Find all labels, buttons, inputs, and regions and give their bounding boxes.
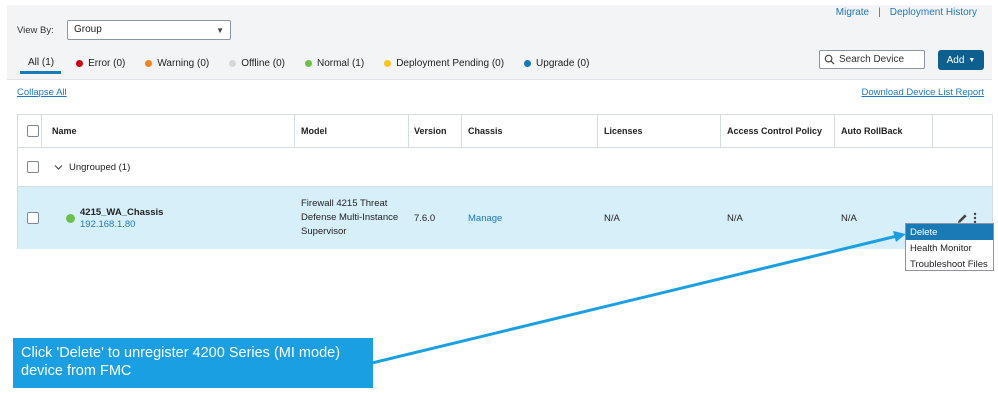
column-header-auto-rollback[interactable]: Auto RollBack — [841, 115, 903, 147]
select-all-checkbox-cell — [27, 115, 39, 147]
group-row[interactable]: Ungrouped (1) — [18, 148, 992, 187]
filter-label: Offline (0) — [241, 57, 285, 69]
status-filter-tabs: All (1) Error (0) Warning (0) Offline (0… — [20, 52, 609, 74]
filter-tab-warning[interactable]: Warning (0) — [145, 54, 209, 72]
manage-chassis-link[interactable]: Manage — [468, 187, 502, 249]
model-line: Supervisor — [301, 226, 347, 237]
deployment-history-link[interactable]: Deployment History — [890, 7, 977, 18]
pencil-icon[interactable] — [957, 213, 968, 224]
column-header-access-control-policy[interactable]: Access Control Policy — [727, 115, 822, 147]
model-line: Firewall 4215 Threat — [301, 198, 388, 209]
add-button[interactable]: Add ▼ — [938, 50, 984, 70]
select-all-checkbox[interactable] — [27, 125, 39, 137]
group-checkbox[interactable] — [27, 161, 39, 173]
filter-label: Normal (1) — [316, 57, 365, 69]
column-divider — [932, 115, 933, 148]
download-device-list-report-link[interactable]: Download Device List Report — [861, 87, 984, 98]
column-header-model[interactable]: Model — [301, 115, 327, 147]
group-label: Ungrouped (1) — [69, 161, 131, 173]
column-divider — [597, 115, 598, 148]
chevron-down-icon: ▼ — [968, 56, 976, 64]
column-divider — [408, 115, 409, 148]
filter-tab-offline[interactable]: Offline (0) — [229, 54, 285, 72]
menu-item-troubleshoot-files[interactable]: Troubleshoot Files — [906, 256, 993, 272]
device-ip: 192.168.1.80 — [80, 218, 136, 230]
view-by-label: View By: — [17, 25, 54, 36]
view-by-value: Group — [74, 24, 102, 35]
add-button-label: Add — [946, 54, 965, 66]
migrate-link[interactable]: Migrate — [836, 7, 869, 18]
filter-label: Error (0) — [88, 57, 126, 69]
filter-label: Warning (0) — [157, 57, 210, 69]
filter-label: All (1) — [28, 57, 55, 68]
column-divider — [41, 115, 42, 148]
column-divider — [294, 115, 295, 148]
column-header-chassis[interactable]: Chassis — [468, 115, 503, 147]
search-placeholder: Search Device — [839, 54, 905, 65]
filter-tab-normal[interactable]: Normal (1) — [304, 54, 365, 72]
device-name-cell: 4215_WA_Chassis 192.168.1.80 — [66, 187, 163, 249]
column-divider — [461, 115, 462, 148]
device-name[interactable]: 4215_WA_Chassis — [80, 207, 163, 218]
status-normal-icon — [66, 213, 75, 223]
column-divider — [834, 115, 835, 148]
device-version: 7.6.0 — [414, 212, 436, 224]
model-line: Defense Multi-Instance — [301, 212, 399, 223]
column-divider — [720, 115, 721, 148]
device-checkbox-cell — [27, 187, 39, 249]
chevron-down-icon — [54, 164, 63, 170]
group-checkbox-cell — [27, 148, 39, 186]
table-row[interactable]: 4215_WA_Chassis 192.168.1.80 Firewall 42… — [18, 187, 992, 249]
collapse-all-link[interactable]: Collapse All — [17, 87, 67, 98]
offline-dot-icon — [229, 59, 237, 67]
pending-dot-icon — [384, 59, 392, 67]
annotation-callout: Click 'Delete' to unregister 4200 Series… — [13, 338, 373, 388]
view-by-select[interactable]: Group ▼ — [67, 20, 231, 40]
column-header-version[interactable]: Version — [414, 115, 447, 147]
link-separator: | — [878, 7, 881, 18]
filter-label: Deployment Pending (0) — [396, 57, 505, 69]
menu-item-health-monitor[interactable]: Health Monitor — [906, 240, 993, 256]
warning-dot-icon — [145, 59, 153, 67]
device-access-control-policy: N/A — [727, 212, 743, 224]
device-licenses: N/A — [604, 212, 620, 224]
filter-tab-all[interactable]: All (1) — [20, 54, 62, 74]
table-header: Name Model Version Chassis Licenses Acce… — [18, 115, 992, 148]
search-device-input[interactable]: Search Device — [819, 50, 925, 69]
device-checkbox[interactable] — [27, 212, 39, 224]
menu-item-delete[interactable]: Delete — [906, 224, 993, 240]
upgrade-dot-icon — [524, 59, 532, 67]
device-auto-rollback: N/A — [841, 212, 857, 224]
column-header-licenses[interactable]: Licenses — [604, 115, 643, 147]
device-model-cell: Firewall 4215 Threat Defense Multi-Insta… — [301, 187, 398, 249]
filter-tab-deployment-pending[interactable]: Deployment Pending (0) — [384, 54, 504, 72]
filter-label: Upgrade (0) — [536, 57, 590, 69]
filter-tab-upgrade[interactable]: Upgrade (0) — [524, 54, 589, 72]
column-header-name[interactable]: Name — [52, 115, 77, 147]
chevron-down-icon: ▼ — [216, 26, 224, 35]
group-toggle[interactable]: Ungrouped (1) — [54, 148, 130, 186]
device-table: Name Model Version Chassis Licenses Acce… — [17, 114, 993, 249]
device-actions-menu: Delete Health Monitor Troubleshoot Files — [905, 223, 994, 271]
search-icon — [824, 54, 835, 65]
error-dot-icon — [76, 59, 84, 67]
normal-dot-icon — [304, 59, 312, 67]
filter-tab-error[interactable]: Error (0) — [76, 54, 125, 72]
top-links: Migrate | Deployment History — [836, 7, 977, 18]
